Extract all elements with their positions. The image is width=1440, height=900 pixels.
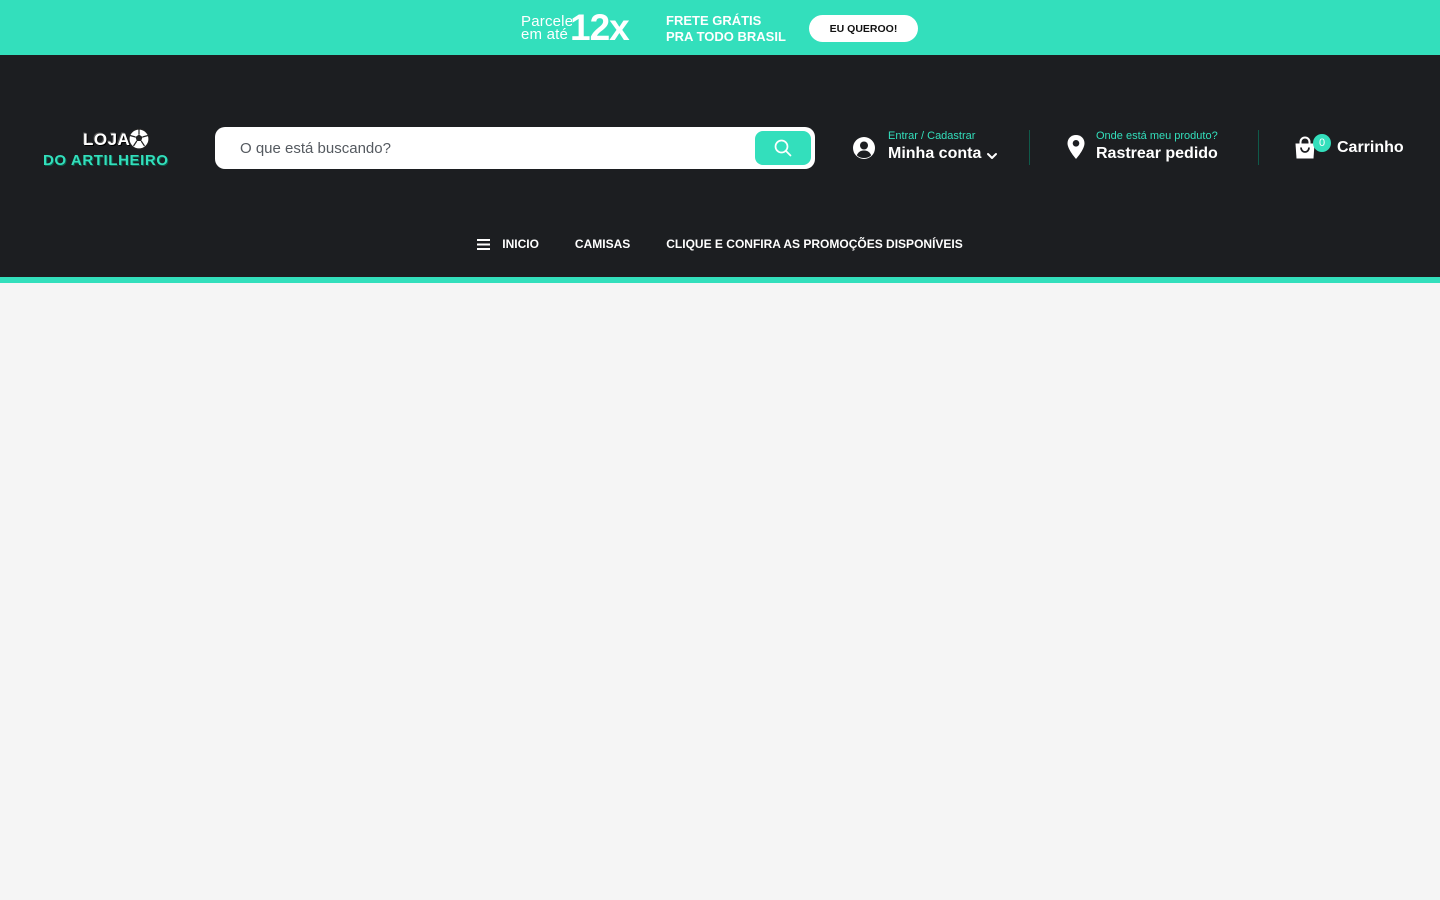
shipping-line2: PRA TODO BRASIL [666,29,786,44]
search-bar [215,127,815,169]
chevron-down-icon [987,153,997,159]
header-divider [1029,130,1030,165]
site-header: LOJA DO ARTILHEIRO Entrar / Cadastrar Mi… [0,55,1440,277]
promo-installments: Parcele em até 12x [521,7,630,48]
promo-bar: Parcele em até 12x FRETE GRÁTIS PRA TODO… [0,0,1440,55]
installments-value: 12x [570,7,630,48]
track-label: Rastrear pedido [1096,145,1218,162]
cart-count-badge: 0 [1313,134,1331,152]
search-input[interactable] [215,127,755,169]
promo-cta-button[interactable]: EU QUEROO! [809,15,918,42]
promo-shipping: FRETE GRÁTIS PRA TODO BRASIL [666,13,786,45]
installments-line2: em até [521,26,569,41]
header-divider [1258,130,1259,165]
search-button[interactable] [755,131,811,165]
shipping-line1: FRETE GRÁTIS [666,13,762,28]
nav-item-inicio[interactable]: INICIO [477,237,539,251]
map-pin-icon [1067,135,1085,159]
nav-item-label: CLIQUE E CONFIRA AS PROMOÇÕES DISPONÍVEI… [666,237,963,251]
account-small-label: Entrar / Cadastrar [888,130,976,142]
track-small-label: Onde está meu produto? [1096,130,1218,142]
installments-text: Parcele em até [521,15,572,41]
store-logo[interactable]: LOJA DO ARTILHEIRO [40,125,176,175]
search-icon [774,139,792,157]
soccer-ball-icon [128,128,150,150]
logo-line1: LOJA [83,130,131,149]
nav-item-camisas[interactable]: CAMISAS [575,237,630,251]
account-label: Minha conta [888,145,982,162]
user-circle-icon [853,137,875,159]
menu-icon [477,238,491,250]
nav-item-promocoes[interactable]: CLIQUE E CONFIRA AS PROMOÇÕES DISPONÍVEI… [666,237,962,251]
cart-button[interactable]: 0 Carrinho [1290,131,1405,165]
nav-item-label: INICIO [502,237,539,251]
cart-label: Carrinho [1337,139,1404,156]
main-content [0,283,1440,900]
logo-line2: DO ARTILHEIRO [43,152,169,169]
nav-item-label: CAMISAS [574,237,631,251]
main-nav: INICIO CAMISAS CLIQUE E CONFIRA AS PROMO… [0,233,1440,255]
